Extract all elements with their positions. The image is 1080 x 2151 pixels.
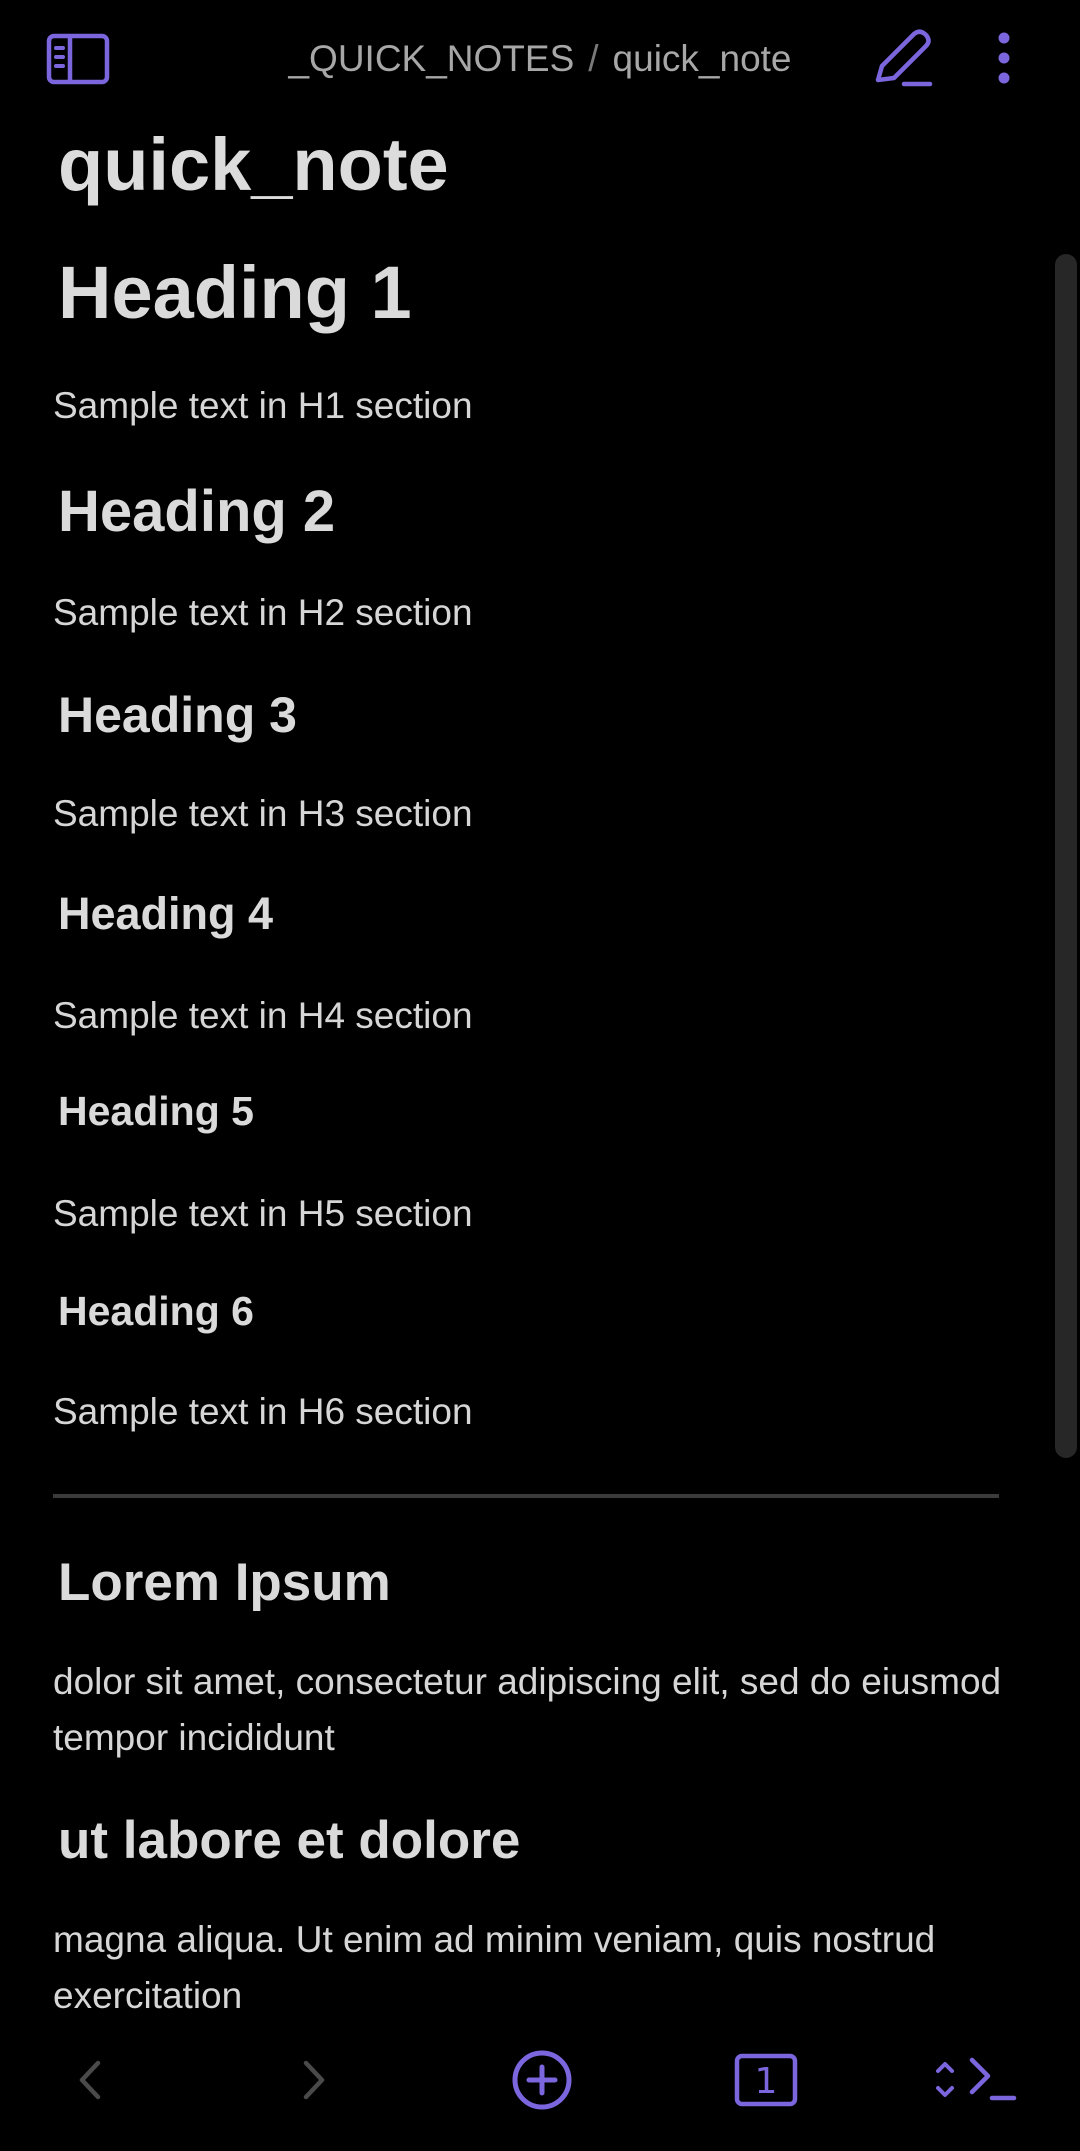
horizontal-rule [53, 1494, 999, 1498]
breadcrumb-separator: / [588, 38, 599, 79]
note-title[interactable]: quick_note [58, 122, 449, 207]
heading-1: Heading 1 [58, 251, 412, 334]
ut-heading: ut labore et dolore [58, 1811, 521, 1870]
note-content[interactable]: quick_note Heading 1 Sample text in H1 s… [0, 118, 1080, 2010]
heading-6: Heading 6 [58, 1288, 254, 1334]
heading-3: Heading 3 [58, 687, 297, 743]
h3-text: Sample text in H3 section [53, 793, 473, 834]
h1-text: Sample text in H1 section [53, 385, 473, 426]
scrollbar[interactable] [1055, 254, 1077, 1458]
tabs-icon[interactable]: 1 [726, 2040, 806, 2120]
terminal-icon[interactable] [930, 2040, 1030, 2120]
h2-text: Sample text in H2 section [53, 592, 473, 633]
bottom-bar: 1 [0, 2010, 1080, 2151]
breadcrumb-folder[interactable]: _QUICK_NOTES [288, 38, 574, 80]
h4-text: Sample text in H4 section [53, 995, 473, 1036]
breadcrumb-note[interactable]: quick_note [613, 38, 792, 80]
h6-text: Sample text in H6 section [53, 1391, 473, 1432]
h5-text: Sample text in H5 section [53, 1193, 473, 1234]
plus-circle-icon[interactable] [502, 2040, 582, 2120]
heading-2: Heading 2 [58, 479, 336, 544]
chevron-left-icon[interactable] [50, 2040, 130, 2120]
lorem-heading: Lorem Ipsum [58, 1553, 391, 1612]
pencil-icon[interactable] [868, 24, 938, 94]
top-bar: _QUICK_NOTES / quick_note [0, 0, 1080, 118]
tab-count: 1 [755, 2061, 778, 2102]
lorem-text: dolor sit amet, consectetur adipiscing e… [53, 1661, 1002, 1758]
heading-4: Heading 4 [58, 888, 274, 939]
heading-5: Heading 5 [58, 1088, 254, 1134]
chevron-right-icon[interactable] [274, 2040, 354, 2120]
more-vertical-icon[interactable] [984, 24, 1024, 94]
ut-text: magna aliqua. Ut enim ad minim veniam, q… [53, 1919, 936, 2010]
